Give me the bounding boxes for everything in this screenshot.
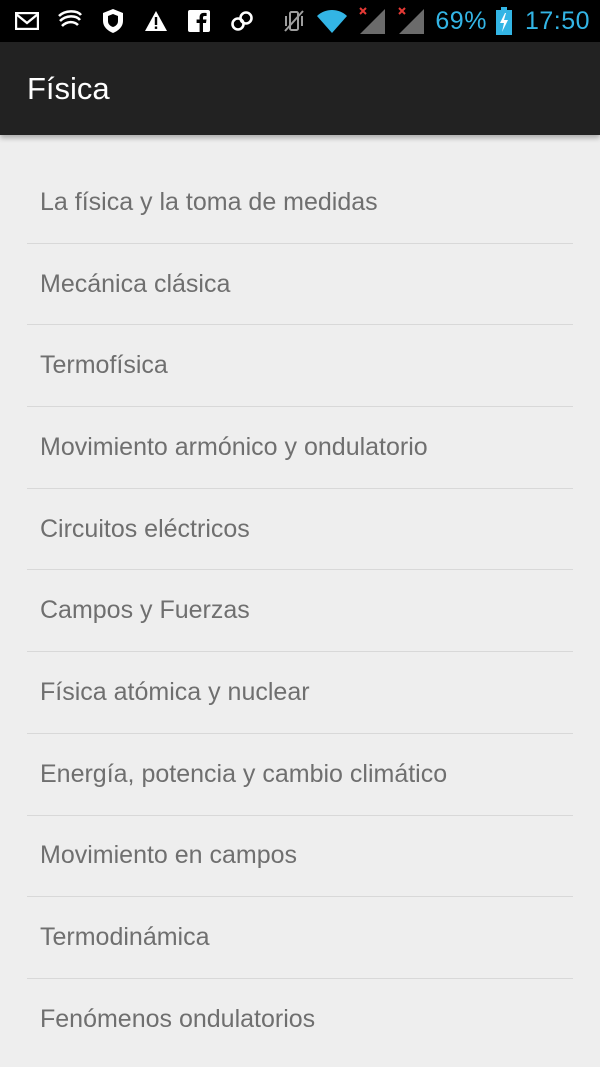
list-item-label: Física atómica y nuclear <box>40 677 310 706</box>
vibrate-icon <box>281 8 307 34</box>
battery-percent: 69% <box>435 6 487 35</box>
list-item-label: Mecánica clásica <box>40 269 231 298</box>
list-item[interactable]: Campos y Fuerzas <box>27 570 573 653</box>
list-item[interactable]: Termodinámica <box>27 897 573 979</box>
list-item[interactable]: Mecánica clásica <box>27 244 573 326</box>
link-icon <box>229 8 255 34</box>
list-item-label: Movimiento armónico y ondulatorio <box>40 432 428 461</box>
list-item[interactable]: Física atómica y nuclear <box>27 652 573 734</box>
list-item-label: Movimiento en campos <box>40 841 298 870</box>
list-item-label: Energía, potencia y cambio climático <box>40 759 448 788</box>
list-item-label: Campos y Fuerzas <box>40 596 250 625</box>
warning-icon <box>143 8 169 34</box>
list-item[interactable]: Fenómenos ondulatorios <box>27 979 573 1061</box>
list-item-label: La física y la toma de medidas <box>40 187 378 216</box>
list-item[interactable]: Termofísica <box>27 325 573 408</box>
list-item[interactable]: Circuitos eléctricos <box>27 489 573 571</box>
action-bar: Física <box>0 42 600 135</box>
battery-icon <box>495 7 512 35</box>
topic-list: La física y la toma de medidas Mecánica … <box>27 162 573 1061</box>
status-bar: 69% 17:50 <box>0 0 600 42</box>
list-item-label: Termofísica <box>40 351 168 380</box>
list-item[interactable]: Movimiento en campos <box>27 816 573 898</box>
list-item-label: Termodinámica <box>40 923 210 952</box>
notification-icons <box>14 8 255 34</box>
list-item[interactable]: Movimiento armónico y ondulatorio <box>27 407 573 489</box>
facebook-icon <box>186 8 212 34</box>
wifi-icon <box>316 8 348 34</box>
gmail-icon <box>14 8 40 34</box>
swirl-app-icon <box>57 8 83 34</box>
list-item[interactable]: Energía, potencia y cambio climático <box>27 734 573 816</box>
page-title: Física <box>27 70 110 106</box>
signal-icon <box>357 7 387 34</box>
shield-icon <box>100 8 126 34</box>
list-item-label: Fenómenos ondulatorios <box>40 1005 316 1034</box>
clock: 17:50 <box>524 6 590 35</box>
list-item-label: Circuitos eléctricos <box>40 514 250 543</box>
signal-icon <box>396 7 426 34</box>
list-item[interactable]: La física y la toma de medidas <box>27 162 573 244</box>
system-status: 69% 17:50 <box>281 7 590 36</box>
